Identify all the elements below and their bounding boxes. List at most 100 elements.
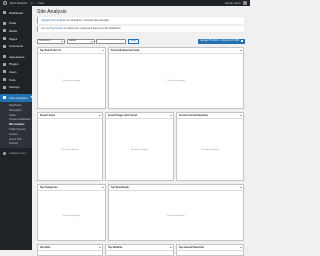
upgrade-notice: Upgrade Koko Analytics for all features,…	[37, 17, 244, 24]
submenu-item-label: Settings	[9, 142, 19, 146]
filter-value-input[interactable]	[96, 38, 126, 44]
widget-body: No data to display	[109, 54, 243, 108]
chevron-up-icon[interactable]	[239, 187, 242, 188]
menu-item-label: Comments	[9, 44, 23, 49]
pin-icon	[3, 21, 6, 25]
widget-top-search-errors: Top Search Errors No data to display	[37, 47, 106, 109]
page-icon	[3, 37, 6, 41]
menu-item-settings[interactable]: Settings	[0, 83, 32, 91]
widget-recent-pages-not-found: Recent Pages Not Found No data to displa…	[105, 112, 174, 181]
admin-sidebar: Dashboard Posts Media Pages Comments App…	[0, 6, 32, 250]
chevron-up-icon[interactable]	[239, 247, 242, 248]
menu-item-label: Tools	[9, 77, 16, 82]
notice-body: for all features, unlimited sites and da…	[66, 18, 110, 22]
license-notice: Get your free license to unlock more rep…	[37, 25, 244, 32]
menu-item-analytics[interactable]: Koko Analytics	[0, 93, 32, 102]
admin-bar-new[interactable]: + New	[37, 2, 44, 5]
empty-state-text: No data to display	[167, 214, 185, 217]
license-link[interactable]: Get your free license	[41, 27, 63, 30]
chevron-up-icon[interactable]	[169, 247, 172, 248]
menu-item-pages[interactable]: Pages	[0, 35, 32, 43]
menu-item-label: Settings	[9, 85, 20, 90]
submenu-item-label: Traffic Sources	[9, 127, 26, 131]
widget-body: No data to display	[38, 119, 102, 180]
comment-icon	[3, 44, 6, 48]
chevron-down-icon	[61, 40, 63, 42]
empty-state-text: No data to display	[62, 214, 81, 217]
dashboard-icon	[3, 11, 6, 15]
upgrade-link[interactable]: Upgrade Koko Analytics	[41, 19, 66, 22]
menu-item-media[interactable]: Media	[0, 27, 32, 35]
widget-title: Recent Visits	[39, 114, 56, 117]
empty-state-text: No data to display	[130, 148, 149, 151]
page-title: Site Analysis	[37, 9, 67, 15]
date-range-text: January 25, 2024 – February 23, 2024	[200, 40, 240, 43]
collapse-icon	[3, 151, 6, 155]
notice-body: to unlock more reports and features in t…	[63, 27, 122, 31]
admin-bar-howdy[interactable]: Howdy, admin	[225, 2, 241, 5]
main-content: Site Analysis Upgrade Koko Analytics for…	[32, 6, 250, 256]
menu-item-appearance[interactable]: Appearance	[0, 53, 32, 61]
chevron-up-icon[interactable]	[98, 247, 101, 248]
widget-top-exits: Top Exits	[37, 244, 103, 256]
chevron-up-icon[interactable]	[101, 187, 104, 188]
menu-item-label: Pages	[9, 36, 18, 41]
notice-text: Upgrade Koko Analytics for all features,…	[41, 19, 109, 22]
widget-top-categories: Top Categories No data to display	[37, 184, 106, 241]
admin-bar-comments[interactable]: 0	[31, 2, 32, 5]
submenu-item-label: Site Analysis	[9, 123, 25, 127]
submenu-item-label: Goals	[9, 113, 16, 117]
menu-item-comments[interactable]: Comments	[0, 42, 32, 50]
widget-top-outlinks: Top Outlinks	[105, 244, 174, 256]
widget-body: No data to display	[38, 191, 105, 240]
menu-item-plugins[interactable]: Plugins	[0, 61, 32, 69]
date-range-picker[interactable]: January 25, 2024 – February 23, 2024	[198, 38, 245, 44]
menu-item-users[interactable]: Users	[0, 68, 32, 76]
menu-item-label: Appearance	[9, 54, 25, 59]
widget-title: Recent Internal Searches	[178, 114, 209, 117]
widget-title: Top Categories	[39, 186, 58, 189]
calendar-icon	[240, 40, 243, 43]
widget-recent-visits: Recent Visits No data to display	[37, 112, 103, 181]
chevron-down-icon	[90, 40, 93, 42]
wordpress-logo-icon[interactable]	[3, 1, 7, 5]
analytics-icon	[3, 96, 6, 100]
submenu-item-settings[interactable]: Settings	[0, 141, 32, 146]
media-icon	[3, 29, 6, 33]
empty-state-text: No data to display	[167, 80, 185, 82]
widget-header: Top Outlinks	[106, 245, 173, 251]
widget-body: No data to display	[109, 191, 243, 240]
submenu-item-label: Campaigns	[9, 108, 22, 112]
widget-body: No data to display	[106, 119, 173, 180]
menu-item-label: Posts	[9, 21, 17, 26]
operator-select[interactable]: equals	[66, 38, 95, 44]
empty-state-text: No data to display	[62, 80, 81, 82]
chevron-up-icon[interactable]	[169, 115, 172, 116]
widget-header: Top Exits	[38, 245, 102, 251]
menu-item-tools[interactable]: Tools	[0, 76, 32, 84]
avatar[interactable]	[243, 1, 247, 5]
widget-title: Top Exits	[39, 246, 51, 249]
widget-title: Recent Redirected Links	[110, 49, 140, 52]
widget-body: No data to display	[38, 54, 105, 108]
widget-title: Top Search Errors	[39, 49, 62, 52]
widget-top-downloads: Top Downloads No data to display	[108, 184, 244, 241]
dimension-select[interactable]: Dimension	[37, 38, 65, 44]
chevron-up-icon[interactable]	[101, 50, 104, 51]
admin-bar-site-name[interactable]: Burst Statistics	[10, 2, 27, 5]
dimension-select-value: Dimension	[39, 40, 51, 42]
submenu-item-label: Dashboard	[9, 103, 22, 107]
users-icon	[3, 70, 6, 74]
chevron-up-icon[interactable]	[98, 115, 101, 116]
settings-icon	[3, 85, 6, 89]
menu-item-dashboard[interactable]: Dashboard	[0, 9, 32, 17]
chevron-up-icon[interactable]	[239, 115, 242, 116]
menu-item-label: Koko Analytics	[9, 95, 28, 100]
notice-text: Get your free license to unlock more rep…	[41, 27, 121, 30]
collapse-menu-button[interactable]: Collapse menu	[0, 150, 32, 156]
submenu-item-label: Custom Dashboard	[9, 118, 31, 122]
chevron-up-icon[interactable]	[239, 50, 242, 51]
apply-filter-button[interactable]: Apply	[127, 38, 140, 44]
analytics-submenu: Dashboard Campaigns Goals Custom Dashboa…	[0, 101, 32, 149]
menu-item-posts[interactable]: Posts	[0, 20, 32, 28]
